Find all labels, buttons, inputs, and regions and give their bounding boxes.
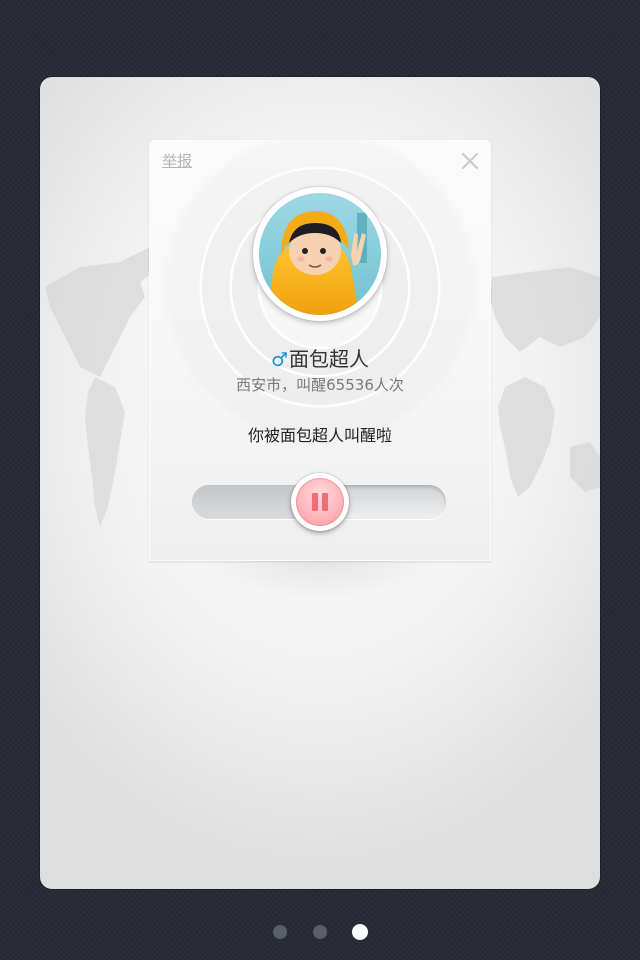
user-info: 西安市，叫醒65536人次 xyxy=(236,376,404,394)
wake-up-dialog: 举报 ♂面包超人 西安市，叫醒65536人次 你被面包超人叫醒啦 xyxy=(149,140,491,561)
user-name-row: ♂面包超人 xyxy=(149,343,491,372)
page-indicator xyxy=(0,923,640,941)
avatar-frame xyxy=(253,187,387,321)
report-link[interactable]: 举报 xyxy=(162,150,192,171)
page-dot-2[interactable] xyxy=(313,925,327,939)
pause-button[interactable] xyxy=(291,473,349,531)
male-gender-icon: ♂ xyxy=(270,349,289,371)
wake-message: 你被面包超人叫醒啦 xyxy=(247,426,392,445)
avatar[interactable] xyxy=(259,193,381,315)
dialog-shadow xyxy=(150,557,490,677)
pause-bar-left xyxy=(312,493,318,511)
page-dot-3[interactable] xyxy=(352,924,368,940)
close-icon xyxy=(461,152,479,170)
close-button[interactable] xyxy=(459,150,481,172)
main-card: 举报 ♂面包超人 西安市，叫醒65536人次 你被面包超人叫醒啦 xyxy=(40,77,600,889)
user-avatar-image xyxy=(259,193,381,315)
pause-icon xyxy=(296,478,344,526)
page-dot-1[interactable] xyxy=(273,925,287,939)
user-name: 面包超人 xyxy=(289,347,370,371)
pause-bar-right xyxy=(322,493,328,511)
